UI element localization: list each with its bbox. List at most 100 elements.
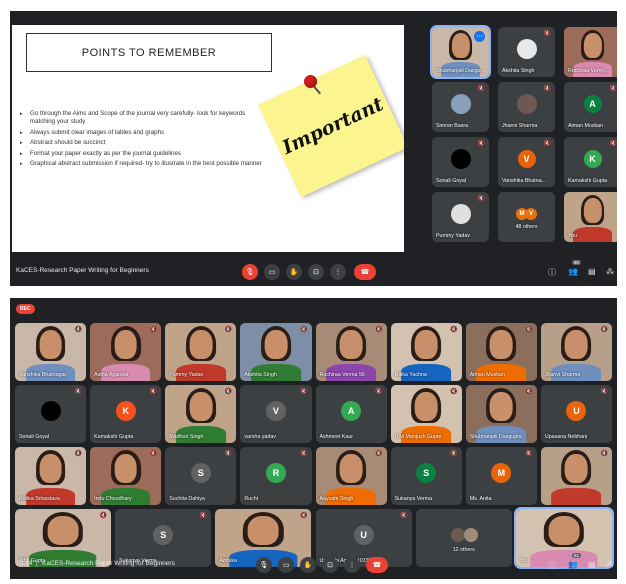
participant-tile[interactable]: S 🔇 Sukanya Verma	[390, 447, 462, 505]
slide-bullet: Graphical abstract submission if require…	[20, 160, 268, 168]
participant-avatar: A	[583, 95, 602, 113]
chat-icon[interactable]: ▤	[588, 560, 596, 569]
leave-call-button[interactable]: ☎	[366, 557, 388, 573]
more-options-icon[interactable]: ⋯	[474, 31, 485, 42]
participant-tile[interactable]: 🔇 Sonali Goyal	[15, 385, 87, 443]
participant-name: Aayushi Singh	[319, 496, 354, 502]
leave-call-button[interactable]: ☎	[354, 264, 376, 280]
participant-tile[interactable]: 🔇	[540, 447, 612, 505]
mic-off-icon: 🔇	[99, 513, 108, 519]
participant-tile[interactable]: 🔇 Sonali Goyal	[432, 137, 489, 187]
participant-name: Jhanvi Sharma	[544, 372, 581, 378]
participant-tile[interactable]: 🔇 Ruchiraa Verma 56	[315, 323, 387, 381]
participant-tile[interactable]: 🔇 Simran Basra	[432, 82, 489, 132]
mic-toggle-button[interactable]: 🎙	[242, 264, 258, 280]
mic-off-icon: 🔇	[199, 513, 208, 519]
participant-name: Ruchiraa Verma 56	[319, 372, 365, 378]
participant-tile[interactable]: 🔇 Madhuri Singh	[165, 385, 237, 443]
slide-bullet: Always submit clear images of tables and…	[20, 129, 268, 137]
participant-name: Urvi Manjush Gupte	[394, 434, 442, 440]
participant-avatar: V	[265, 400, 286, 421]
participant-photo	[450, 527, 465, 542]
participant-tile[interactable]: 🔇 Akshita Singh	[240, 323, 312, 381]
mic-off-icon: 🔇	[149, 451, 158, 457]
meeting-control-bar: 19:44 | KaCES-Research Paper Writing for…	[10, 551, 617, 579]
participant-name: Madhuri Singh	[169, 434, 204, 440]
mic-off-icon: 🔇	[477, 196, 485, 202]
mic-off-icon: 🔇	[477, 86, 485, 92]
mic-off-icon: 🔇	[600, 389, 608, 395]
mic-toggle-button[interactable]: 🎙	[256, 557, 272, 573]
participant-tile[interactable]: R 🔇 Ruchi	[240, 447, 312, 505]
participant-tile[interactable]: 🔇 Jhanvi Sharma	[498, 82, 555, 132]
participant-tile[interactable]: 🔇 Pummy Yadav	[165, 323, 237, 381]
meeting-time: 19:44	[16, 560, 33, 567]
participant-name: Simran Basra	[436, 123, 469, 129]
raise-hand-button[interactable]: ✋	[286, 264, 302, 280]
participant-tile[interactable]: 🔇 Jhanvi Sharma	[540, 323, 612, 381]
participant-name: Vanshika Bhatnagar	[19, 372, 67, 378]
participant-name: Aiman Muskan	[568, 123, 604, 129]
participant-name: Sukanya Verma	[394, 496, 433, 502]
self-tile[interactable]: You	[564, 192, 617, 242]
activities-icon[interactable]: ⁂	[606, 560, 614, 569]
more-options-button[interactable]: ⋮	[330, 264, 346, 280]
mic-off-icon: 🔇	[609, 86, 617, 92]
slide-bullet: Abstract should be succinct	[20, 139, 268, 147]
participant-tile[interactable]: A 🔇 Aiman Muskan	[564, 82, 617, 132]
participant-avatar: V	[517, 150, 536, 168]
activities-icon[interactable]: ⁂	[606, 267, 614, 276]
mic-off-icon: 🔇	[450, 389, 458, 395]
others-tile[interactable]: M V 48 others	[498, 192, 555, 242]
info-icon[interactable]: ⓘ	[548, 560, 556, 571]
participant-tile[interactable]: 🔇 Pummy Yadav	[432, 192, 489, 242]
present-button[interactable]: ⊡	[322, 557, 338, 573]
participant-tile[interactable]: 🔇 Aiman Muskan	[465, 323, 537, 381]
participant-name: Indu Choudhary	[94, 496, 132, 502]
participant-tile[interactable]: 🔇 Urvi Manjush Gupte	[390, 385, 462, 443]
participant-tile[interactable]: V 🔇 Vanshika Bhatna...	[498, 137, 555, 187]
mic-off-icon: 🔇	[543, 141, 551, 147]
participant-name: Pummy Yadav	[169, 372, 204, 378]
participant-tile[interactable]: 🔇 Kritika Srivastava	[15, 447, 87, 505]
people-icon[interactable]: 👥	[568, 560, 578, 569]
participant-tile[interactable]: K 🔇 Kamakshi Gupta	[564, 137, 617, 187]
participant-name: Kamakshi Gupta	[94, 434, 134, 440]
participant-tile[interactable]: 🔇 Akshita Singh	[498, 27, 555, 77]
participant-tile[interactable]: 🔇 Astha Agarwal	[90, 323, 162, 381]
participant-tile[interactable]: ⋯ Shubhanjali Dasgu...	[430, 25, 491, 79]
mic-off-icon: 🔇	[525, 327, 533, 333]
participant-tile[interactable]: 🔇 Indu Choudhary	[90, 447, 162, 505]
camera-toggle-button[interactable]: ▭	[278, 557, 294, 573]
participant-avatar: V	[525, 208, 538, 220]
info-icon[interactable]: ⓘ	[548, 267, 556, 278]
participant-tile[interactable]: K 🔇 Kamakshi Gupta	[90, 385, 162, 443]
participant-tile[interactable]: S 🔇 Suchita Dahiya	[165, 447, 237, 505]
mic-off-icon: 🔇	[74, 389, 83, 395]
people-icon[interactable]: 👥	[568, 267, 578, 276]
participant-avatar: S	[153, 524, 174, 545]
participant-tile[interactable]: 🔇 Ritika Yachna	[390, 323, 462, 381]
participant-tile[interactable]: 🔇 Shubhanjali Dasgupta	[465, 385, 537, 443]
participant-tile[interactable]: 🔇 Vanshika Bhatnagar	[15, 323, 87, 381]
participant-name: Ritika Yachna	[394, 372, 427, 378]
participant-tile[interactable]: 🔇 Aayushi Singh	[315, 447, 387, 505]
participant-tile[interactable]: U 🔇 Upasana Nebhani	[540, 385, 612, 443]
participant-tile[interactable]: V 🔇 varsha yadav	[240, 385, 312, 443]
mic-off-icon: 🔇	[149, 389, 158, 395]
chat-icon[interactable]: ▤	[588, 267, 596, 276]
participant-tile[interactable]: A 🔇 Ashmeet Kaur	[315, 385, 387, 443]
participant-tile[interactable]: Ruchiraa Verm...	[564, 27, 617, 77]
mic-off-icon: 🔇	[543, 31, 551, 37]
mic-off-icon: 🔇	[450, 327, 458, 333]
raise-hand-button[interactable]: ✋	[300, 557, 316, 573]
presentation-slide: POINTS TO REMEMBER Go through the Aims a…	[12, 25, 404, 252]
mic-off-icon: 🔇	[300, 327, 308, 333]
participant-tile[interactable]: M 🔇 Ms. Anita	[465, 447, 537, 505]
more-options-button[interactable]: ⋮	[344, 557, 360, 573]
mic-off-icon: 🔇	[609, 141, 617, 147]
present-button[interactable]: ⊡	[308, 264, 324, 280]
participant-avatar: S	[190, 462, 211, 483]
camera-toggle-button[interactable]: ▭	[264, 264, 280, 280]
participant-name: Astha Agarwal	[94, 372, 128, 378]
